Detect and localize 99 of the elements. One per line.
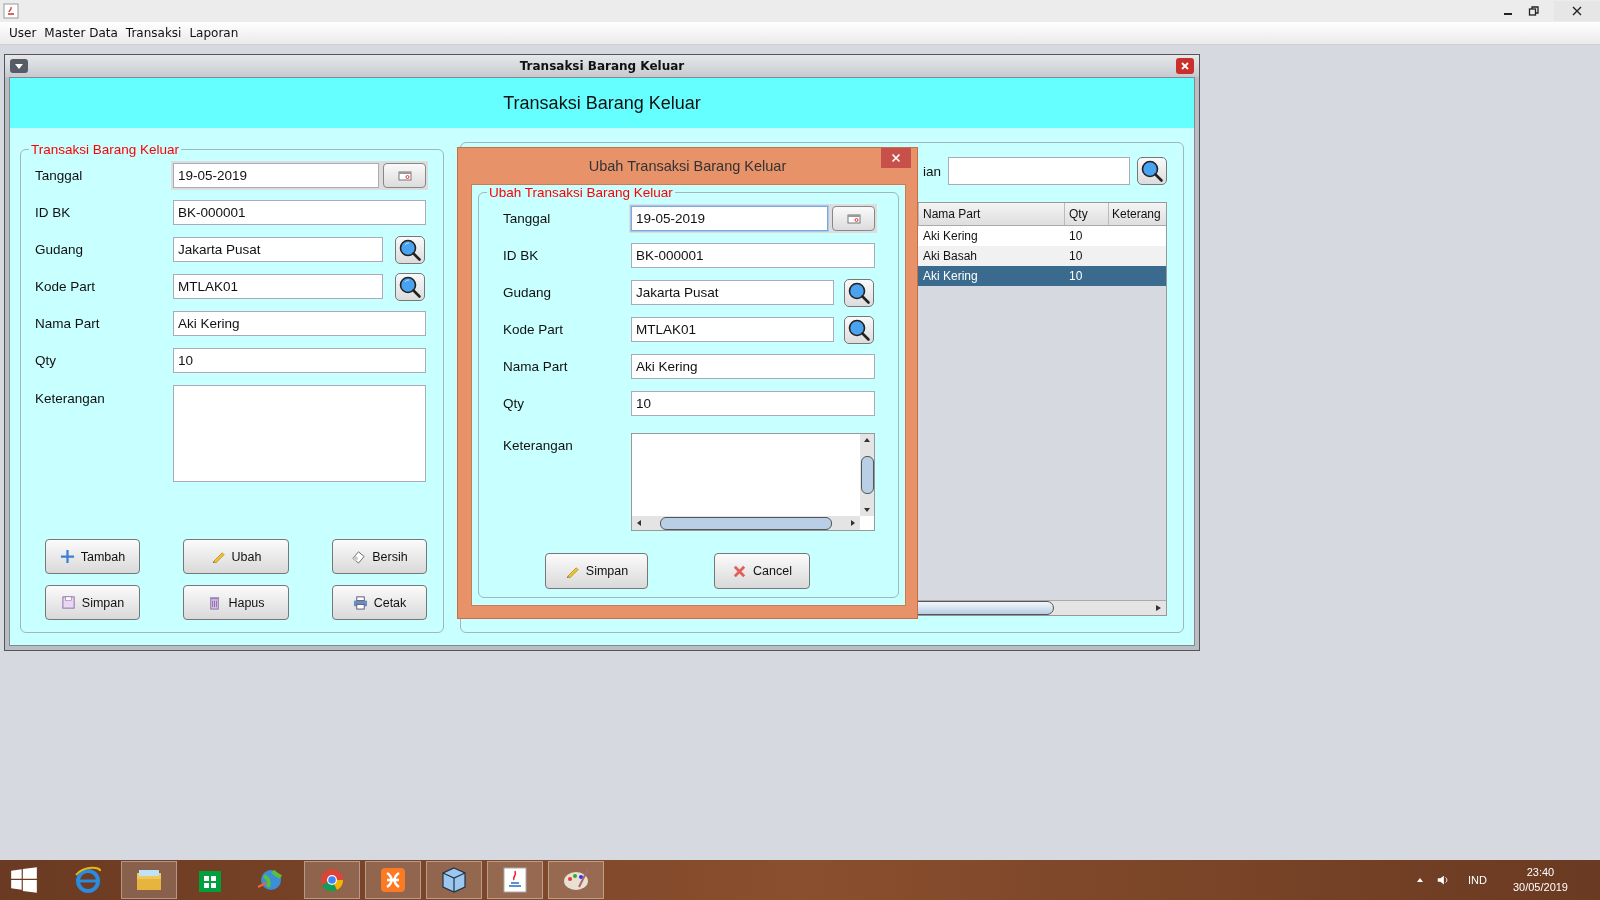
close-button[interactable] <box>1176 58 1194 74</box>
window-title: Transaksi Barang Keluar <box>519 59 685 73</box>
field-label: Kode Part <box>35 279 97 294</box>
close-button[interactable] <box>1554 1 1600 21</box>
close-button[interactable] <box>881 148 911 168</box>
caret-icon <box>14 61 24 71</box>
scroll-up-icon[interactable] <box>863 437 871 443</box>
scroll-left-icon[interactable] <box>636 519 642 527</box>
table-cell-text: 10 <box>1068 269 1084 283</box>
java-icon <box>3 3 19 19</box>
field-label: ID BK <box>35 205 72 220</box>
taskbar-button[interactable] <box>121 861 177 899</box>
printer-icon <box>352 595 368 610</box>
browser-icon <box>73 865 103 895</box>
input-field[interactable]: 10 <box>631 391 875 416</box>
menu-item[interactable]: Laporan <box>189 26 239 40</box>
input-field[interactable]: Jakarta Pusat <box>631 280 834 305</box>
menu-item[interactable]: User <box>9 26 37 40</box>
action-button[interactable]: Tambah <box>45 539 140 574</box>
search-button[interactable] <box>395 272 425 301</box>
show-hidden-icons-icon[interactable] <box>1416 877 1424 883</box>
restore-icon[interactable] <box>1528 5 1540 17</box>
input-field[interactable]: MTLAK01 <box>173 274 383 299</box>
taskbar-button[interactable] <box>487 861 543 899</box>
table-cell-text: Aki Kering <box>922 269 979 283</box>
action-button[interactable]: Simpan <box>45 585 140 620</box>
search-button[interactable] <box>844 315 874 344</box>
scroll-down-icon[interactable] <box>863 507 871 513</box>
eraser-icon <box>351 549 367 564</box>
pencil-icon <box>210 549 226 564</box>
input-field[interactable]: Aki Kering <box>631 354 875 379</box>
menu-item[interactable]: Master Data <box>44 26 118 40</box>
input-field[interactable]: BK-000001 <box>173 200 426 225</box>
field-label: Tanggal <box>35 168 84 183</box>
action-button[interactable]: Ubah <box>183 539 289 574</box>
action-button[interactable]: Hapus <box>183 585 289 620</box>
field-label: Gudang <box>503 285 553 300</box>
scroll-right-icon[interactable] <box>850 519 856 527</box>
action-button[interactable]: Bersih <box>332 539 427 574</box>
table-cell-text: Aki Kering <box>922 229 979 243</box>
app-icon <box>378 865 408 895</box>
menu-item[interactable]: Transaksi <box>125 26 182 40</box>
taskbar-button[interactable] <box>365 861 421 899</box>
field-label: Qty <box>35 353 57 368</box>
search-field[interactable] <box>948 157 1130 185</box>
close-icon <box>891 153 901 163</box>
date-field[interactable]: 19-05-2019 <box>173 163 379 188</box>
scroll-right-icon[interactable] <box>1154 604 1162 612</box>
search-button[interactable] <box>395 235 425 264</box>
calendar-icon <box>846 213 861 224</box>
column-header[interactable]: Qty <box>1064 203 1108 225</box>
field-label: Qty <box>503 396 525 411</box>
calendar-icon <box>397 170 412 181</box>
window-menu-button[interactable] <box>10 59 28 73</box>
input-field[interactable]: Jakarta Pusat <box>173 237 383 262</box>
input-field[interactable]: MTLAK01 <box>631 317 834 342</box>
group-title: Ubah Transaksi Barang Keluar <box>488 185 674 200</box>
action-button[interactable]: Simpan <box>545 553 648 589</box>
input-field[interactable]: 10 <box>173 348 426 373</box>
close-icon <box>1571 5 1583 17</box>
close-icon <box>1180 61 1190 71</box>
field-label: Gudang <box>35 242 85 257</box>
java-icon <box>500 865 530 895</box>
field-label: Tanggal <box>503 211 552 226</box>
field-label: Nama Part <box>503 359 569 374</box>
taskbar-button[interactable] <box>548 861 604 899</box>
cube-icon <box>439 865 469 895</box>
date-field[interactable]: 19-05-2019 <box>631 206 829 231</box>
table-cell-text: 10 <box>1068 249 1084 263</box>
plus-icon <box>59 549 75 564</box>
group-title: Transaksi Barang Keluar <box>30 142 181 157</box>
field-label: Keterangan <box>35 391 106 406</box>
field-label: ID BK <box>503 248 540 263</box>
field-label: Keterangan <box>503 438 574 453</box>
field-label: Nama Part <box>35 316 101 331</box>
speaker-icon[interactable] <box>1436 873 1450 887</box>
scrollbar-thumb[interactable] <box>660 516 832 530</box>
calendar-button[interactable] <box>832 206 875 231</box>
clock-time: 23:40 <box>1526 865 1555 880</box>
column-header[interactable]: Keterang <box>1108 203 1166 225</box>
input-field[interactable]: BK-000001 <box>631 243 875 268</box>
input-field[interactable]: Aki Kering <box>173 311 426 336</box>
scrollbar-thumb[interactable] <box>860 456 874 494</box>
start-icon[interactable] <box>10 866 38 894</box>
calendar-button[interactable] <box>383 163 426 188</box>
table-cell-text: 10 <box>1068 229 1084 243</box>
table-cell-text: Aki Basah <box>922 249 979 263</box>
dialog-title: Ubah Transaksi Barang Keluar <box>588 158 787 174</box>
field-label: Kode Part <box>503 322 565 337</box>
action-button[interactable]: Cancel <box>714 553 810 589</box>
language-indicator[interactable]: IND <box>1468 874 1487 886</box>
action-button[interactable]: Cetak <box>332 585 427 620</box>
search-button[interactable] <box>1137 157 1167 185</box>
taskbar-button[interactable] <box>426 861 482 899</box>
field-label: ian <box>923 163 941 179</box>
clock-date: 30/05/2019 <box>1512 880 1568 895</box>
cross-icon <box>732 563 748 579</box>
search-button[interactable] <box>844 278 874 307</box>
page-heading: Transaksi Barang Keluar <box>503 92 701 114</box>
